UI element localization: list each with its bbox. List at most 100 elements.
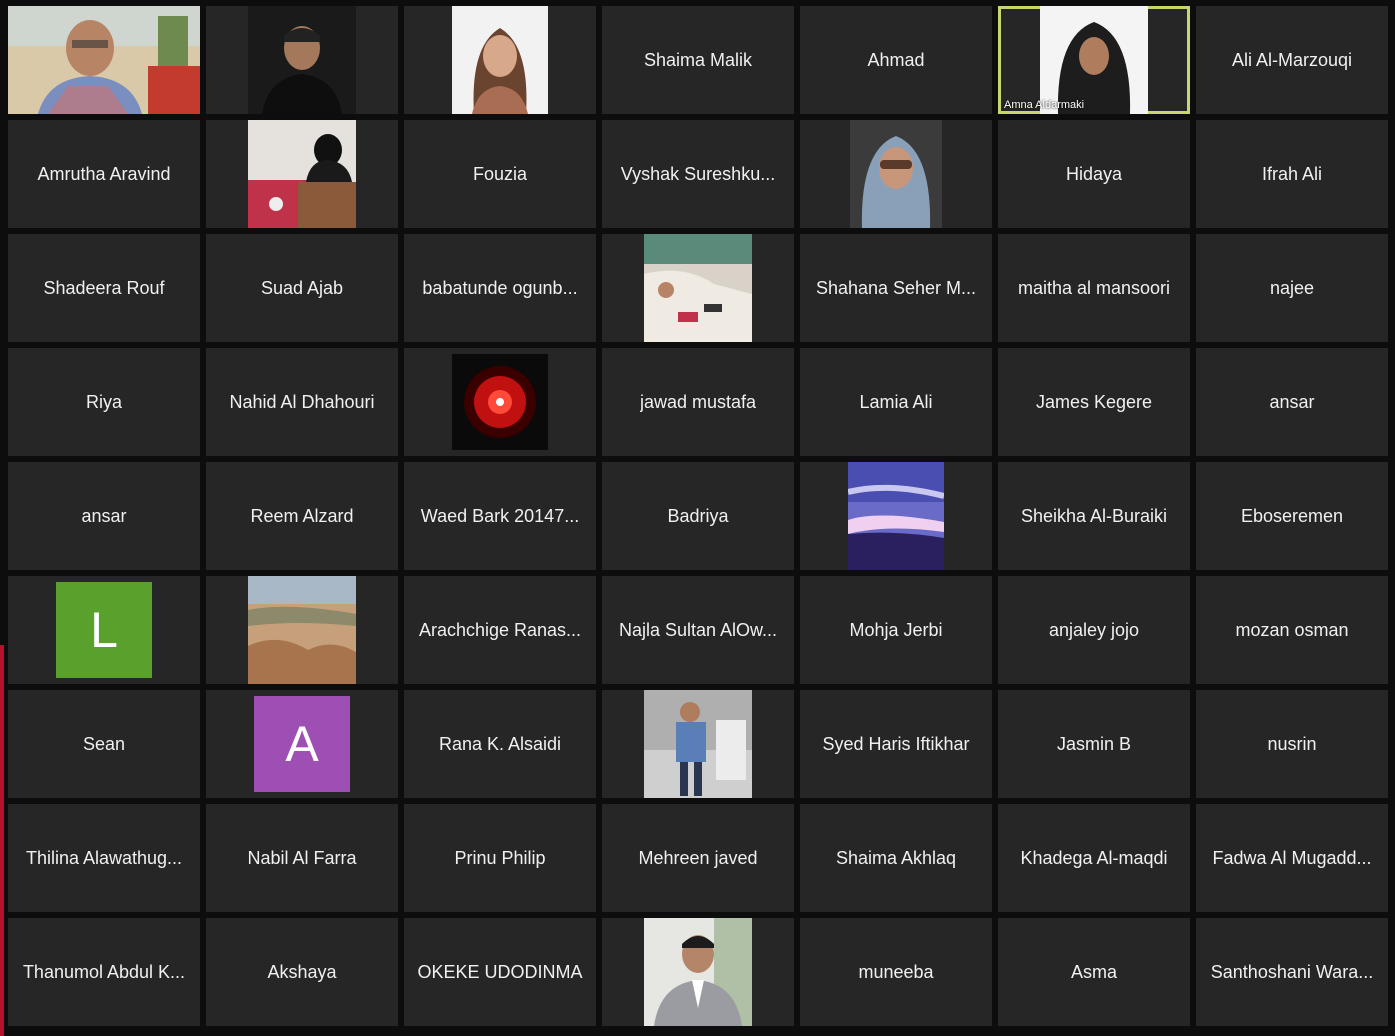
participant-video-woman-hijab-portrait	[1040, 6, 1148, 114]
participant-tile[interactable]: OKEKE UDODINMA	[404, 918, 596, 1026]
participant-tile[interactable]	[602, 690, 794, 798]
participant-tile[interactable]: Shaima Malik	[602, 6, 794, 114]
participant-tile[interactable]	[206, 6, 398, 114]
participant-name-overlay: Amna Aldarmaki	[1004, 99, 1085, 111]
participant-tile[interactable]: Khadega Al-maqdi	[998, 804, 1190, 912]
participant-name: maitha al mansoori	[1017, 277, 1171, 298]
participant-video-man-grey-suit	[644, 918, 752, 1026]
participant-tile[interactable]	[602, 918, 794, 1026]
participant-tile[interactable]	[602, 234, 794, 342]
participant-tile[interactable]: Waed Bark 20147...	[404, 462, 596, 570]
participant-tile[interactable]	[800, 120, 992, 228]
participant-video-desert-landscape	[248, 576, 356, 684]
participant-tile[interactable]: L	[8, 576, 200, 684]
participant-tile[interactable]: Shaima Akhlaq	[800, 804, 992, 912]
participant-tile[interactable]: Mohja Jerbi	[800, 576, 992, 684]
participant-name: najee	[1269, 277, 1315, 298]
participant-tile[interactable]: Arachchige Ranas...	[404, 576, 596, 684]
participant-tile[interactable]: Nabil Al Farra	[206, 804, 398, 912]
participant-tile[interactable]: Thilina Alawathug...	[8, 804, 200, 912]
participant-name: mozan osman	[1235, 619, 1349, 640]
participant-tile[interactable]: Najla Sultan AlOw...	[602, 576, 794, 684]
participant-video-woman-at-podium	[248, 120, 356, 228]
participant-tile[interactable]: Amrutha Aravind	[8, 120, 200, 228]
participant-tile[interactable]: mozan osman	[1196, 576, 1388, 684]
participant-gallery: Shaima Malik Ahmad Amna Aldarmaki Ali Al-M…	[8, 6, 1394, 1032]
participant-tile[interactable]	[800, 462, 992, 570]
participant-name: muneeba	[858, 961, 934, 982]
participant-tile[interactable]: Riya	[8, 348, 200, 456]
participant-name: Reem Alzard	[250, 505, 354, 526]
participant-tile[interactable]: babatunde ogunb...	[404, 234, 596, 342]
participant-tile[interactable]: Shadeera Rouf	[8, 234, 200, 342]
participant-video-woman-portrait	[452, 6, 548, 114]
participant-tile[interactable]	[206, 576, 398, 684]
participant-tile[interactable]: Shahana Seher M...	[800, 234, 992, 342]
participant-video-woman-sunglasses-scarf	[850, 120, 942, 228]
participant-name: Shaima Akhlaq	[835, 847, 957, 868]
participant-tile[interactable]: Badriya	[602, 462, 794, 570]
participant-tile[interactable]: Nahid Al Dhahouri	[206, 348, 398, 456]
participant-name: Hidaya	[1065, 163, 1123, 184]
avatar-initial: L	[90, 602, 118, 658]
participant-tile[interactable]: James Kegere	[998, 348, 1190, 456]
participant-tile[interactable]: ansar	[8, 462, 200, 570]
participant-name: Fadwa Al Mugadd...	[1212, 847, 1372, 868]
participant-tile[interactable]: Thanumol Abdul K...	[8, 918, 200, 1026]
participant-name: Sheikha Al-Buraiki	[1020, 505, 1168, 526]
participant-tile[interactable]: maitha al mansoori	[998, 234, 1190, 342]
participant-tile[interactable]	[404, 6, 596, 114]
participant-name: Mehreen javed	[638, 847, 758, 868]
participant-tile[interactable]	[8, 6, 200, 114]
participant-tile[interactable]: Rana K. Alsaidi	[404, 690, 596, 798]
participant-tile[interactable]: Amna Aldarmaki	[998, 6, 1190, 114]
participant-tile[interactable]: Ali Al-Marzouqi	[1196, 6, 1388, 114]
participant-name: Shadeera Rouf	[43, 277, 165, 298]
participant-tile[interactable]: Sheikha Al-Buraiki	[998, 462, 1190, 570]
participant-tile[interactable]: Fouzia	[404, 120, 596, 228]
participant-name: OKEKE UDODINMA	[417, 961, 583, 982]
participant-tile[interactable]: Reem Alzard	[206, 462, 398, 570]
participant-name: nusrin	[1267, 733, 1317, 754]
participant-name: Ahmad	[867, 49, 925, 70]
participant-video-man-glasses-office	[8, 6, 200, 114]
participant-name: Eboseremen	[1240, 505, 1344, 526]
participant-tile[interactable]: Ahmad	[800, 6, 992, 114]
participant-avatar: L	[56, 582, 152, 678]
participant-video-man-black-tshirt	[248, 6, 356, 114]
participant-tile[interactable]: Vyshak Sureshku...	[602, 120, 794, 228]
participant-name: Arachchige Ranas...	[418, 619, 582, 640]
participant-name: Asma	[1070, 961, 1117, 982]
participant-tile[interactable]: Lamia Ali	[800, 348, 992, 456]
participant-tile[interactable]: Suad Ajab	[206, 234, 398, 342]
participant-tile[interactable]: anjaley jojo	[998, 576, 1190, 684]
participant-tile[interactable]: Ifrah Ali	[1196, 120, 1388, 228]
participant-tile[interactable]: Jasmin B	[998, 690, 1190, 798]
participant-name: Nahid Al Dhahouri	[229, 391, 375, 412]
participant-name: ansar	[1269, 391, 1315, 412]
participant-tile[interactable]: Prinu Philip	[404, 804, 596, 912]
participant-tile[interactable]: Akshaya	[206, 918, 398, 1026]
participant-name: Riya	[85, 391, 122, 412]
participant-name: Khadega Al-maqdi	[1020, 847, 1168, 868]
participant-tile[interactable]: Santhoshani Wara...	[1196, 918, 1388, 1026]
participant-name: Vyshak Sureshku...	[620, 163, 776, 184]
participant-tile[interactable]: Sean	[8, 690, 200, 798]
participant-name: Santhoshani Wara...	[1210, 961, 1374, 982]
participant-tile[interactable]: jawad mustafa	[602, 348, 794, 456]
participant-tile[interactable]: ansar	[1196, 348, 1388, 456]
participant-tile[interactable]: Syed Haris Iftikhar	[800, 690, 992, 798]
participant-tile[interactable]: Hidaya	[998, 120, 1190, 228]
participant-tile[interactable]: Eboseremen	[1196, 462, 1388, 570]
participant-tile[interactable]: Asma	[998, 918, 1190, 1026]
participant-tile[interactable]: muneeba	[800, 918, 992, 1026]
participant-tile[interactable]: najee	[1196, 234, 1388, 342]
participant-name: Lamia Ali	[859, 391, 933, 412]
participant-tile[interactable]: Fadwa Al Mugadd...	[1196, 804, 1388, 912]
participant-tile[interactable]	[206, 120, 398, 228]
participant-tile[interactable]: nusrin	[1196, 690, 1388, 798]
participant-video-meeting-table	[644, 234, 752, 342]
participant-tile[interactable]: Mehreen javed	[602, 804, 794, 912]
participant-tile[interactable]	[404, 348, 596, 456]
participant-tile[interactable]: A	[206, 690, 398, 798]
